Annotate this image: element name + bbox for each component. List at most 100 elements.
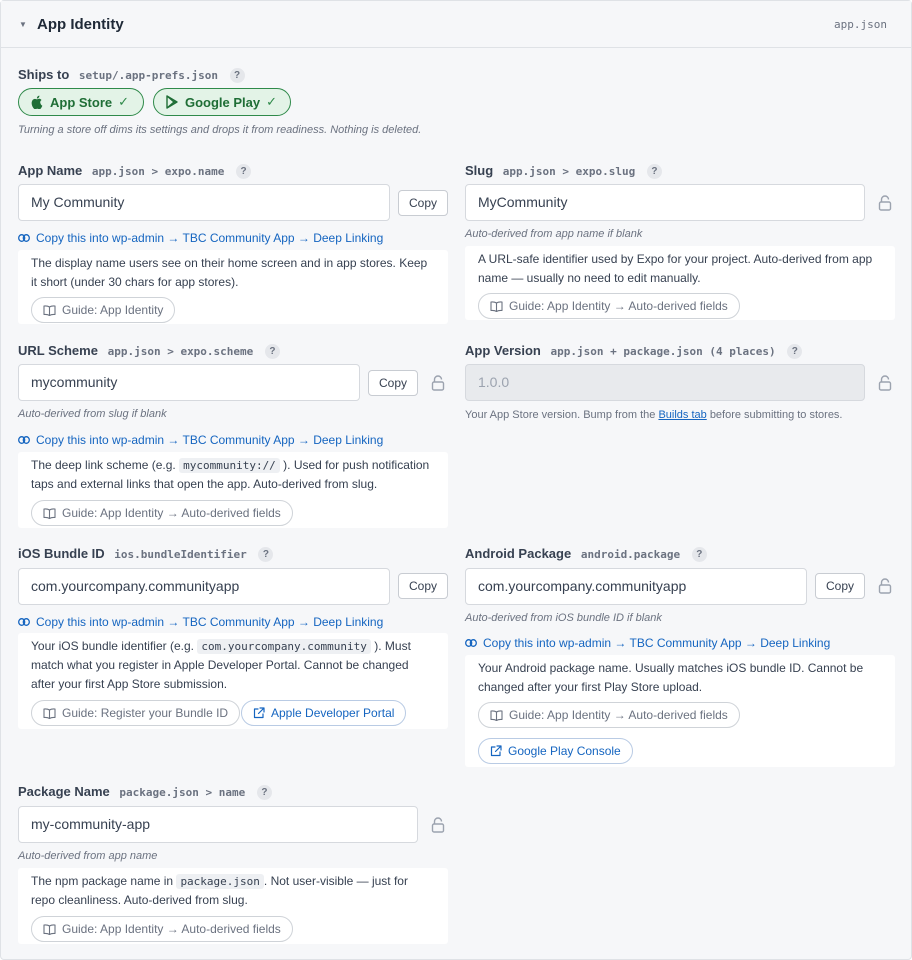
android-package-path: android.package <box>580 548 681 561</box>
app-version-text: App Version <box>465 343 541 358</box>
url-scheme-note: Auto-derived from slug if blank <box>18 408 167 420</box>
app-store-toggle[interactable]: App Store ✓ <box>18 88 144 116</box>
package-name-help-text: The npm package name in package.json. No… <box>31 874 408 907</box>
help-icon[interactable]: ? <box>229 68 245 83</box>
help-icon[interactable]: ? <box>236 164 251 179</box>
slug-path: app.json > expo.slug <box>502 165 636 178</box>
app-version-label: App Version app.json + package.json (4 p… <box>465 343 803 359</box>
ios-bundle-help-text: Your iOS bundle identifier (e.g. com.you… <box>31 639 411 691</box>
ios-bundle-path: ios.bundleIdentifier <box>114 548 247 561</box>
url-scheme-text: URL Scheme <box>18 343 98 358</box>
slug-text: Slug <box>465 163 494 178</box>
url-scheme-copy-button[interactable]: Copy <box>368 370 418 396</box>
package-name-label: Package Name package.json > name ? <box>18 784 272 800</box>
app-name-guide-link[interactable]: Guide: App Identity <box>31 297 176 323</box>
help-icon[interactable]: ? <box>691 547 707 562</box>
book-icon <box>43 923 56 935</box>
book-icon <box>490 300 503 312</box>
external-link-text: Google Play Console <box>508 744 621 758</box>
ios-bundle-deep-link[interactable]: Copy this into wp-admin → TBC Community … <box>18 615 383 629</box>
lock-icon[interactable] <box>431 375 445 391</box>
guide-text: Guide: App Identity <box>62 303 164 317</box>
package-name-path: package.json > name <box>119 786 246 799</box>
package-name-input[interactable]: my-community-app <box>18 806 418 843</box>
ios-bundle-input[interactable]: com.yourcompany.communityapp <box>18 568 390 605</box>
app-name-text: App Name <box>18 163 83 178</box>
app-store-label: App Store <box>50 94 113 110</box>
ios-bundle-label: iOS Bundle ID ios.bundleIdentifier ? <box>18 546 274 562</box>
slug-label: Slug app.json > expo.slug ? <box>465 163 662 179</box>
panel-file-name: app.json <box>834 18 887 31</box>
help-icon[interactable]: ? <box>264 344 280 359</box>
external-link-icon <box>490 745 502 757</box>
deep-link-text: Copy this into wp-admin → TBC Community … <box>483 636 831 650</box>
builds-tab-link[interactable]: Builds tab <box>658 409 706 421</box>
google-play-icon <box>166 95 178 109</box>
help-icon[interactable]: ? <box>258 547 274 562</box>
url-scheme-path: app.json > expo.scheme <box>107 345 254 358</box>
ships-to-note: Turning a store off dims its settings an… <box>18 124 422 136</box>
package-name-guide-link[interactable]: Guide: App Identity → Auto-derived field… <box>31 916 293 942</box>
app-name-input[interactable]: My Community <box>18 184 390 221</box>
android-package-label: Android Package android.package ? <box>465 546 707 562</box>
ios-bundle-guide-link[interactable]: Guide: Register your Bundle ID <box>31 700 241 726</box>
book-icon <box>43 707 56 719</box>
android-package-guide-link[interactable]: Guide: App Identity → Auto-derived field… <box>478 702 740 728</box>
deep-link-text: Copy this into wp-admin → TBC Community … <box>36 615 384 629</box>
app-identity-panel: ▼ App Identity app.json Ships to setup/.… <box>0 0 912 960</box>
lock-icon[interactable] <box>878 375 892 391</box>
book-icon <box>43 507 56 519</box>
url-scheme-deep-link[interactable]: Copy this into wp-admin → TBC Community … <box>18 433 383 447</box>
url-scheme-label: URL Scheme app.json > expo.scheme ? <box>18 343 280 359</box>
android-package-deep-link[interactable]: Copy this into wp-admin → TBC Community … <box>465 636 830 650</box>
app-version-input: 1.0.0 <box>465 364 865 401</box>
guide-text: Guide: App Identity → Auto-derived field… <box>509 708 728 722</box>
apple-icon <box>31 95 43 109</box>
guide-text: Guide: App Identity → Auto-derived field… <box>509 299 728 313</box>
guide-text: Guide: App Identity → Auto-derived field… <box>62 506 281 520</box>
slug-note: Auto-derived from app name if blank <box>465 228 643 240</box>
link-icon <box>465 639 477 647</box>
link-icon <box>18 436 30 444</box>
ships-to-path: setup/.app-prefs.json <box>78 69 218 82</box>
app-name-copy-button[interactable]: Copy <box>398 190 448 216</box>
deep-link-text: Copy this into wp-admin → TBC Community … <box>36 433 384 447</box>
guide-text: Guide: App Identity → Auto-derived field… <box>62 922 281 936</box>
help-icon[interactable]: ? <box>256 785 272 800</box>
package-name-note: Auto-derived from app name <box>18 850 158 862</box>
lock-icon[interactable] <box>431 817 445 833</box>
apple-developer-portal-link[interactable]: Apple Developer Portal <box>241 700 407 726</box>
external-link-icon <box>253 707 265 719</box>
url-scheme-help-text: The deep link scheme (e.g. mycommunity:/… <box>31 458 430 491</box>
google-play-toggle[interactable]: Google Play ✓ <box>153 88 291 116</box>
code-snippet: com.yourcompany.community <box>197 639 371 654</box>
android-package-help-text: Your Android package name. Usually match… <box>478 661 864 694</box>
google-play-label: Google Play <box>185 94 261 110</box>
slug-input[interactable]: MyCommunity <box>465 184 865 221</box>
ios-bundle-text: iOS Bundle ID <box>18 546 105 561</box>
url-scheme-input[interactable]: mycommunity <box>18 364 360 401</box>
ios-bundle-copy-button[interactable]: Copy <box>398 573 448 599</box>
ships-to-text: Ships to <box>18 67 70 82</box>
android-package-copy-button[interactable]: Copy <box>815 573 865 599</box>
check-icon: ✓ <box>266 94 278 109</box>
app-version-note: Your App Store version. Bump from the Bu… <box>465 409 843 421</box>
url-scheme-guide-link[interactable]: Guide: App Identity → Auto-derived field… <box>31 500 293 526</box>
panel-header[interactable]: ▼ App Identity app.json <box>1 1 911 48</box>
lock-icon[interactable] <box>878 578 892 594</box>
link-icon <box>18 618 30 626</box>
guide-text: Guide: Register your Bundle ID <box>62 706 229 720</box>
app-name-deep-link[interactable]: Copy this into wp-admin → TBC Community … <box>18 231 383 245</box>
help-icon[interactable]: ? <box>787 344 803 359</box>
help-icon[interactable]: ? <box>646 164 662 179</box>
lock-icon[interactable] <box>878 195 892 211</box>
app-name-help-text: The display name users see on their home… <box>31 256 428 289</box>
slug-guide-link[interactable]: Guide: App Identity → Auto-derived field… <box>478 293 740 319</box>
link-icon <box>18 234 30 242</box>
package-name-text: Package Name <box>18 784 110 799</box>
google-play-console-link[interactable]: Google Play Console <box>478 738 633 764</box>
book-icon <box>43 304 56 316</box>
collapse-caret-icon[interactable]: ▼ <box>19 20 27 29</box>
app-version-path: app.json + package.json (4 places) <box>550 345 776 358</box>
android-package-input[interactable]: com.yourcompany.communityapp <box>465 568 807 605</box>
